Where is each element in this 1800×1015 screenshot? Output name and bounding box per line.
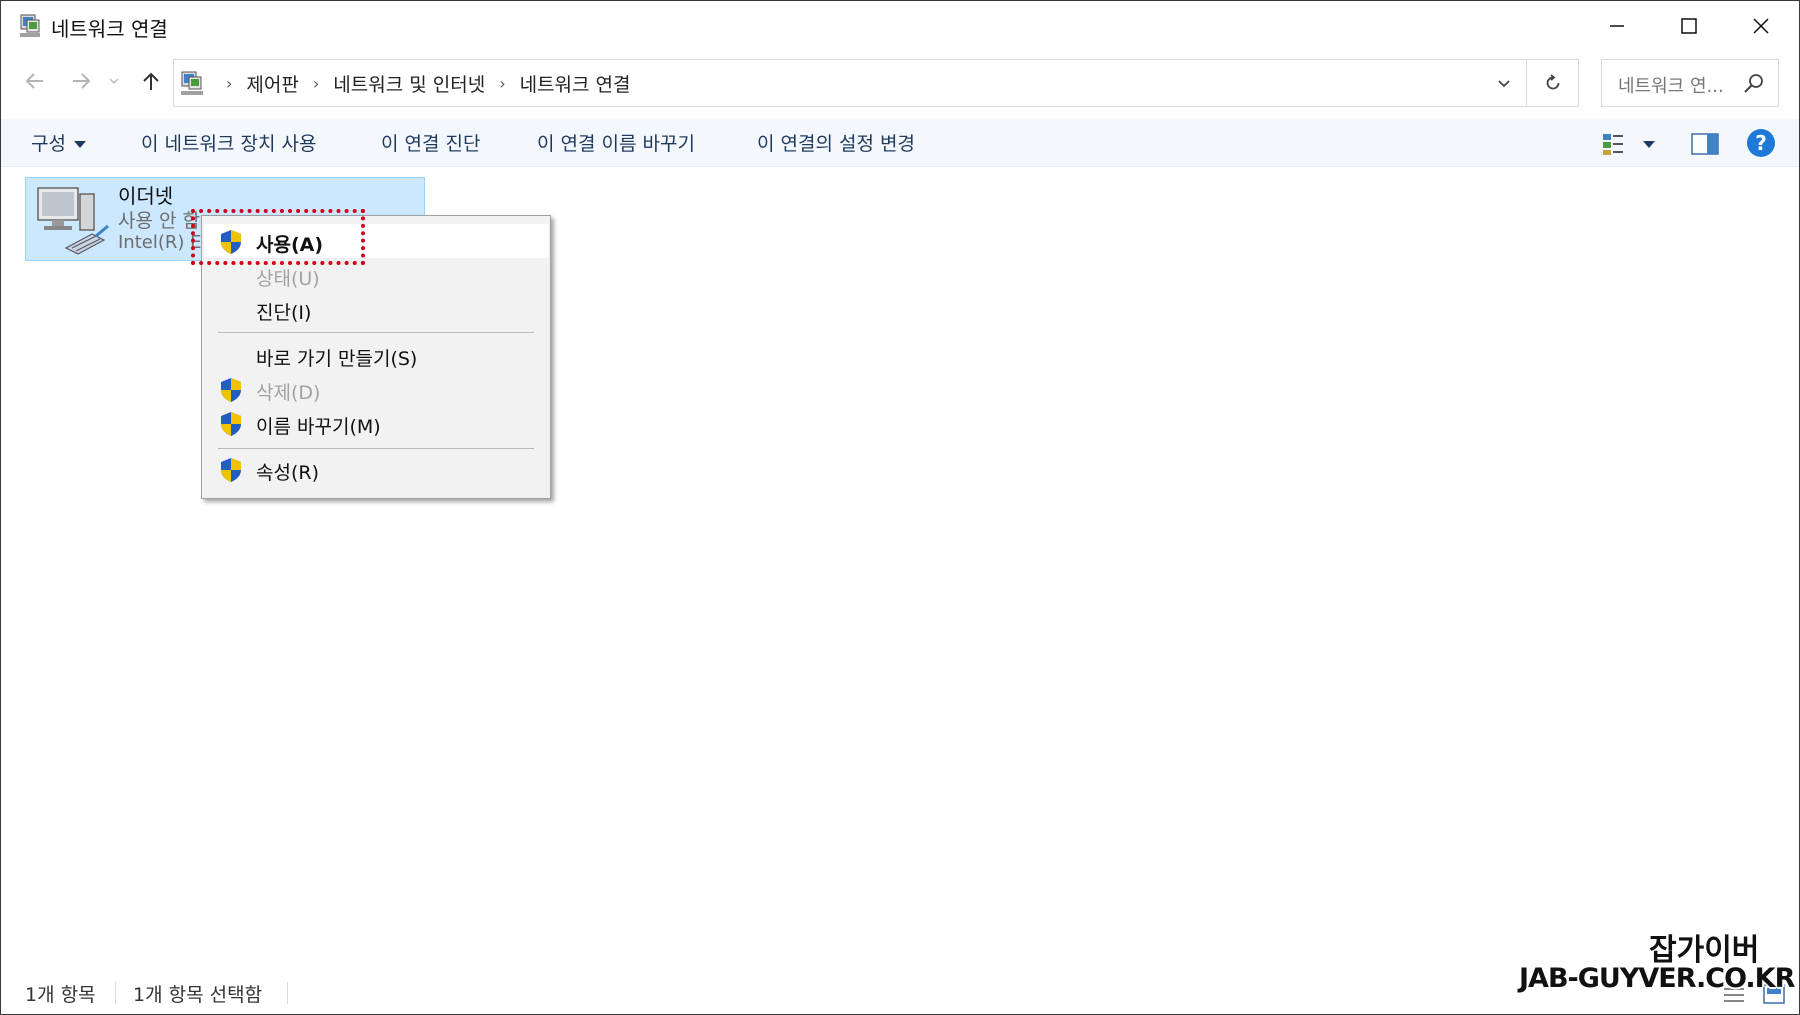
menu-separator — [218, 332, 534, 333]
item-count: 1개 항목 — [25, 984, 96, 1006]
chevron-down-icon — [109, 78, 119, 85]
breadcrumb-separator[interactable]: › — [313, 74, 319, 93]
connection-name: 이더넷 — [118, 184, 174, 208]
change-view-icon[interactable] — [1601, 131, 1631, 157]
window-title: 네트워크 연결 — [51, 17, 168, 41]
menu-item-properties[interactable]: 속성(R) — [204, 452, 548, 486]
maximize-button[interactable] — [1653, 1, 1725, 51]
network-adapter-icon — [37, 187, 109, 255]
address-bar[interactable]: › 제어판 › 네트워크 및 인터넷 › 네트워크 연결 — [173, 59, 1527, 107]
view-options-caret-icon[interactable] — [1643, 141, 1655, 148]
forward-button[interactable] — [65, 65, 97, 97]
menu-item-label: 삭제(D) — [256, 382, 321, 404]
address-history-button[interactable] — [1490, 70, 1518, 98]
menu-item-label: 바로 가기 만들기(S) — [256, 348, 418, 370]
recent-locations-button[interactable] — [105, 65, 123, 97]
menu-item-label: 이름 바꾸기(M) — [256, 416, 381, 438]
organize-button[interactable]: 구성 — [31, 129, 86, 156]
menu-item-label: 속성(R) — [256, 462, 319, 484]
caret-down-icon — [73, 141, 86, 148]
rename-button[interactable]: 이 연결 이름 바꾸기 — [537, 129, 695, 156]
up-button[interactable] — [135, 65, 167, 97]
status-divider — [287, 982, 288, 1004]
menu-item-create-shortcut[interactable]: 바로 가기 만들기(S) — [204, 338, 548, 372]
connection-status: 사용 안 함 — [118, 210, 200, 232]
breadcrumb-item-network-connections[interactable]: 네트워크 연결 — [520, 70, 631, 97]
breadcrumb: › 제어판 › 네트워크 및 인터넷 › 네트워크 연결 — [212, 60, 631, 106]
breadcrumb-separator[interactable]: › — [499, 74, 505, 93]
search-placeholder: 네트워크 연... — [1618, 76, 1724, 97]
control-panel-icon — [181, 71, 203, 95]
back-button[interactable] — [19, 65, 51, 97]
title-bar: 네트워크 연결 — [1, 1, 1799, 51]
breadcrumb-item-network-internet[interactable]: 네트워크 및 인터넷 — [333, 70, 485, 97]
search-input[interactable]: 네트워크 연... — [1601, 59, 1779, 107]
change-settings-button[interactable]: 이 연결의 설정 변경 — [757, 129, 915, 156]
menu-item-delete: 삭제(D) — [204, 372, 548, 406]
maximize-icon — [1681, 18, 1697, 34]
menu-separator — [218, 448, 534, 449]
breadcrumb-item-control-panel[interactable]: 제어판 — [246, 70, 298, 97]
annotation-highlight-box — [191, 209, 365, 265]
arrow-left-icon — [25, 73, 43, 89]
search-icon — [1744, 74, 1763, 93]
preview-pane-icon[interactable] — [1691, 132, 1719, 156]
command-bar: 구성 이 네트워크 장치 사용 이 연결 진단 이 연결 이름 바꾸기 이 연결… — [1, 119, 1799, 167]
close-icon — [1753, 18, 1769, 34]
refresh-button[interactable] — [1527, 59, 1579, 107]
uac-shield-icon — [221, 378, 241, 402]
status-divider — [115, 982, 116, 1004]
enable-device-button[interactable]: 이 네트워크 장치 사용 — [141, 129, 316, 156]
network-folder-icon — [20, 14, 40, 37]
menu-item-rename[interactable]: 이름 바꾸기(M) — [204, 406, 548, 440]
help-icon[interactable]: ? — [1747, 129, 1775, 157]
minimize-button[interactable] — [1581, 1, 1653, 51]
minimize-icon — [1610, 25, 1624, 27]
arrow-right-icon — [73, 73, 91, 89]
uac-shield-icon — [221, 458, 241, 482]
menu-item-label: 상태(U) — [256, 268, 320, 290]
uac-shield-icon — [221, 412, 241, 436]
diagnose-button[interactable]: 이 연결 진단 — [381, 129, 480, 156]
explorer-window: 네트워크 연결 › 제어판 › 네트워크 및 인터넷 › 네트워크 연결 네트워… — [0, 0, 1800, 1015]
breadcrumb-separator: › — [226, 73, 233, 93]
chevron-down-icon — [1498, 80, 1510, 88]
close-button[interactable] — [1725, 1, 1797, 51]
arrow-up-icon — [143, 72, 159, 90]
selected-count: 1개 항목 선택함 — [133, 984, 263, 1006]
menu-item-diagnose[interactable]: 진단(I) — [204, 292, 548, 326]
refresh-icon — [1546, 74, 1559, 90]
menu-item-label: 진단(I) — [256, 302, 312, 324]
watermark-url: JAB-GUYVER.CO.KR — [1519, 963, 1795, 994]
organize-label: 구성 — [31, 133, 66, 155]
